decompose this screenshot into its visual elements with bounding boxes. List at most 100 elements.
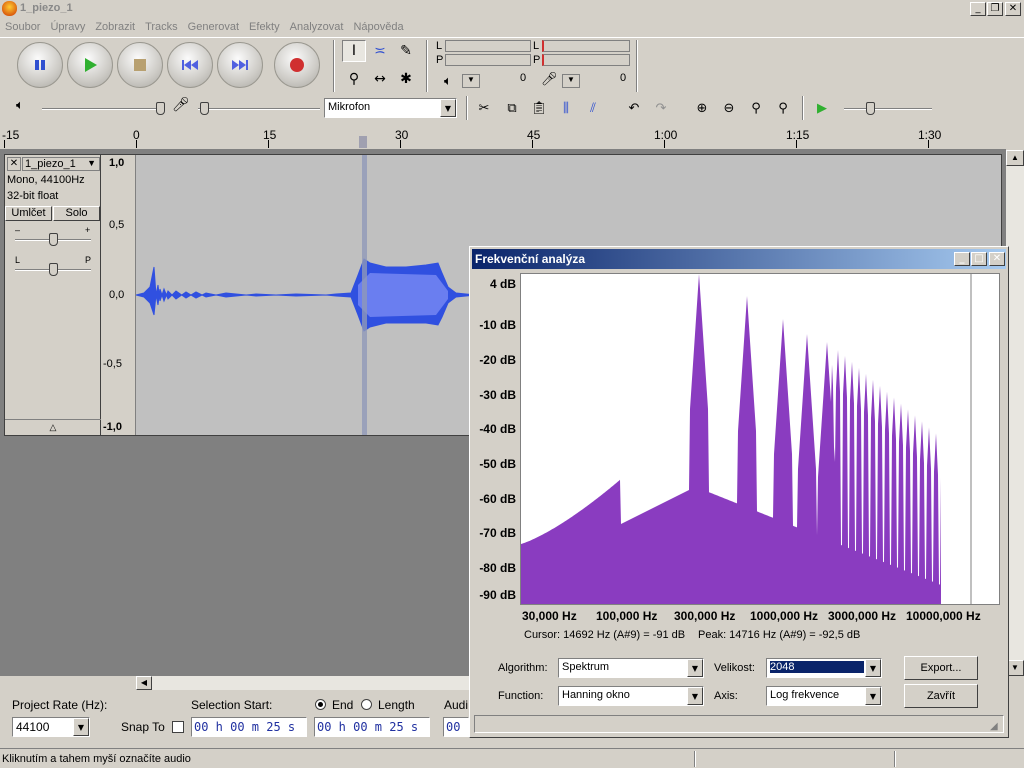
silence-button[interactable]: ⫽ (581, 97, 605, 119)
chevron-down-icon: ▼ (73, 718, 89, 736)
skip-end-button[interactable] (217, 42, 263, 88)
input-volume-thumb[interactable] (200, 102, 209, 115)
y-tick-label: -80 dB (479, 561, 516, 575)
track-name-menu[interactable]: 1_piezo_1 ▼ (22, 157, 100, 171)
track-close-button[interactable]: ✕ (7, 157, 21, 171)
frequency-analysis-dialog: Frekvenční analýza _ □ ✕ 4 dB -10 dB -20… (469, 246, 1009, 738)
ruler-label: 30 (395, 128, 409, 142)
collapse-track-button[interactable]: △ (5, 419, 101, 435)
stop-button[interactable] (117, 42, 163, 88)
multi-tool[interactable]: ✱ (394, 68, 418, 90)
dialog-minimize-button[interactable]: _ (954, 252, 970, 266)
ruler-tick (268, 140, 269, 148)
toolbar-separator (426, 40, 428, 92)
scale-label: 1,0 (109, 157, 125, 169)
output-meter-left[interactable] (445, 40, 531, 52)
redo-button[interactable]: ↷ (649, 97, 673, 119)
zoom-out-button[interactable]: ⊖ (717, 97, 741, 119)
maximize-button[interactable]: ❐ (987, 2, 1003, 16)
input-meter-right[interactable] (542, 54, 630, 66)
input-source-select[interactable]: Mikrofon ▼ (324, 98, 457, 118)
output-meter-right[interactable] (445, 54, 531, 66)
solo-button[interactable]: Solo (53, 206, 100, 221)
y-tick-label: -20 dB (479, 353, 516, 367)
function-select[interactable]: Hanning okno ▼ (558, 686, 704, 706)
meter-in-left-label: L (533, 40, 540, 52)
playhead-marker[interactable] (359, 136, 367, 148)
gain-thumb[interactable] (49, 233, 58, 246)
output-volume-slider[interactable] (42, 108, 164, 110)
algorithm-select[interactable]: Spektrum ▼ (558, 658, 704, 678)
selection-start-field[interactable]: 00 h 00 m 25 s (191, 717, 307, 737)
microphone-icon: 🎤︎ (541, 72, 558, 87)
menu-view[interactable]: Zobrazit (90, 18, 140, 36)
menu-effects[interactable]: Efekty (244, 18, 285, 36)
cut-button[interactable]: ✂ (472, 97, 496, 119)
audio-position-field[interactable]: 00 (443, 717, 469, 737)
menu-file[interactable]: Soubor (0, 18, 45, 36)
spectrum-plot[interactable] (520, 273, 1000, 605)
output-meter-menu-button[interactable]: ▼ (462, 74, 480, 88)
output-volume-thumb[interactable] (156, 102, 165, 115)
project-rate-select[interactable]: 44100 ▼ (12, 717, 90, 737)
track-control-panel: ✕ 1_piezo_1 ▼ Mono, 44100Hz 32-bit float… (5, 155, 101, 435)
selection-end-field[interactable]: 00 h 00 m 25 s (314, 717, 430, 737)
end-radio[interactable] (315, 699, 326, 710)
dialog-maximize-button[interactable]: □ (971, 252, 987, 266)
play-at-speed-button[interactable]: ▶ (810, 97, 834, 119)
input-volume-slider[interactable] (198, 108, 320, 110)
snap-to-checkbox[interactable] (172, 721, 184, 733)
toolbar-separator (466, 96, 468, 120)
toolbar-separator (333, 40, 335, 92)
project-rate-label: Project Rate (Hz): (12, 698, 108, 712)
scroll-up-button[interactable]: ▲ (1006, 150, 1024, 166)
paste-button[interactable]: 📋︎ (527, 97, 551, 119)
pan-thumb[interactable] (49, 263, 58, 276)
zoom-in-button[interactable]: ⊕ (690, 97, 714, 119)
close-dialog-button[interactable]: Zavřít (904, 684, 978, 708)
x-tick-label: 10000,000 Hz (906, 609, 981, 623)
close-button[interactable]: ✕ (1005, 2, 1021, 16)
zoom-tool[interactable]: ⚲ (342, 68, 366, 90)
undo-button[interactable]: ↶ (622, 97, 646, 119)
menu-tracks[interactable]: Tracks (140, 18, 183, 36)
stop-icon (118, 43, 162, 87)
axis-select[interactable]: Log frekvence ▼ (766, 686, 882, 706)
timeline-ruler[interactable]: -15 0 15 30 45 1:00 1:15 1:30 (0, 124, 1006, 150)
resize-grip-icon[interactable]: ◢ (990, 721, 998, 732)
menu-help[interactable]: Nápověda (348, 18, 408, 36)
dialog-close-button[interactable]: ✕ (989, 252, 1005, 266)
fit-project-button[interactable]: ⚲ (771, 97, 795, 119)
play-button[interactable] (67, 42, 113, 88)
ruler-tick (136, 140, 137, 148)
menu-analyze[interactable]: Analyzovat (285, 18, 349, 36)
input-meter-menu-button[interactable]: ▼ (562, 74, 580, 88)
x-tick-label: 3000,000 Hz (828, 609, 897, 623)
ruler-label: 1:00 (654, 128, 678, 142)
copy-button[interactable]: ⧉ (500, 97, 524, 119)
record-button[interactable] (274, 42, 320, 88)
draw-tool[interactable]: ✎ (394, 40, 418, 62)
menu-generate[interactable]: Generovat (183, 18, 244, 36)
playback-speed-slider[interactable] (844, 108, 932, 110)
skip-start-button[interactable] (167, 42, 213, 88)
envelope-tool[interactable]: ≍ (368, 40, 392, 62)
menu-edit[interactable]: Úpravy (45, 18, 90, 36)
length-radio[interactable] (361, 699, 372, 710)
minimize-button[interactable]: _ (970, 2, 986, 16)
ruler-label: 45 (527, 128, 541, 142)
playback-speed-thumb[interactable] (866, 102, 875, 115)
timeshift-tool[interactable]: ↔ (368, 68, 392, 90)
scroll-left-button[interactable]: ◀ (136, 676, 152, 690)
input-meter-left[interactable] (542, 40, 630, 52)
fit-selection-button[interactable]: ⚲ (744, 97, 768, 119)
mute-button[interactable]: Umlčet (5, 206, 52, 221)
x-tick-label: 30,000 Hz (522, 609, 577, 623)
export-button[interactable]: Export... (904, 656, 978, 680)
x-tick-label: 1000,000 Hz (750, 609, 819, 623)
selection-tool[interactable]: I (342, 40, 366, 62)
toolbar-separator (636, 40, 638, 92)
size-select[interactable]: 2048 ▼ (766, 658, 882, 678)
pause-button[interactable] (17, 42, 63, 88)
trim-button[interactable]: ⫼ (554, 97, 578, 119)
